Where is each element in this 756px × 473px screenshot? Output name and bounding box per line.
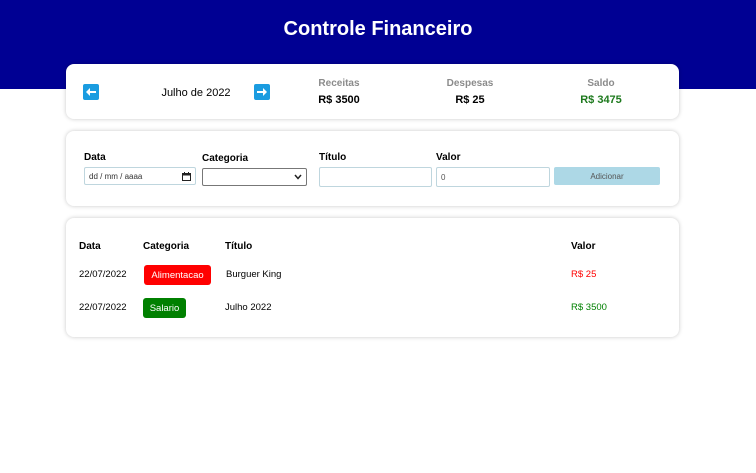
despesas-value: R$ 25 bbox=[455, 94, 485, 106]
receitas-summary: Receitas R$ 3500 bbox=[299, 78, 379, 107]
title-field-group: Título bbox=[319, 151, 432, 187]
chevron-down-icon bbox=[294, 174, 302, 180]
date-placeholder: dd / mm / aaaa bbox=[89, 171, 143, 181]
next-month-button[interactable] bbox=[254, 84, 270, 100]
saldo-label: Saldo bbox=[587, 78, 615, 89]
receitas-value: R$ 3500 bbox=[318, 94, 360, 106]
category-badge: Alimentacao bbox=[144, 265, 211, 285]
date-label: Data bbox=[84, 152, 106, 163]
transactions-table: Data Categoria Título Valor 22/07/2022 A… bbox=[66, 218, 679, 337]
app-title: Controle Financeiro bbox=[283, 18, 473, 40]
calendar-icon[interactable] bbox=[182, 171, 191, 181]
title-input[interactable] bbox=[319, 167, 432, 187]
header-category: Categoria bbox=[143, 241, 190, 252]
value-field-group: Valor 0 bbox=[436, 151, 550, 187]
row-date: 22/07/2022 bbox=[79, 269, 127, 280]
value-label: Valor bbox=[436, 152, 461, 163]
value-input[interactable]: 0 bbox=[436, 167, 550, 187]
add-entry-form: Data dd / mm / aaaa Categoria Título Val… bbox=[66, 131, 679, 206]
row-value: R$ 25 bbox=[571, 269, 597, 280]
saldo-summary: Saldo R$ 3475 bbox=[561, 78, 641, 107]
date-field-group: Data dd / mm / aaaa bbox=[84, 151, 196, 185]
category-field-group: Categoria bbox=[202, 151, 307, 186]
despesas-summary: Despesas R$ 25 bbox=[430, 78, 510, 107]
title-label: Título bbox=[319, 152, 347, 163]
summary-card: Julho de 2022 Receitas R$ 3500 Despesas … bbox=[66, 64, 679, 119]
category-select[interactable] bbox=[202, 168, 307, 186]
current-month-label: Julho de 2022 bbox=[161, 87, 231, 99]
row-title: Burguer King bbox=[226, 269, 282, 280]
header-value: Valor bbox=[571, 241, 596, 252]
add-button[interactable]: Adicionar bbox=[554, 167, 660, 185]
row-value: R$ 3500 bbox=[571, 302, 607, 313]
header-date: Data bbox=[79, 241, 101, 252]
row-date: 22/07/2022 bbox=[79, 302, 127, 313]
saldo-value: R$ 3475 bbox=[580, 94, 622, 106]
category-label: Categoria bbox=[202, 153, 249, 164]
arrow-left-icon bbox=[86, 88, 96, 96]
receitas-label: Receitas bbox=[318, 78, 360, 89]
row-title: Julho 2022 bbox=[225, 302, 272, 313]
date-input[interactable]: dd / mm / aaaa bbox=[84, 167, 196, 185]
arrow-right-icon bbox=[257, 88, 267, 96]
category-badge: Salario bbox=[143, 298, 186, 318]
previous-month-button[interactable] bbox=[83, 84, 99, 100]
despesas-label: Despesas bbox=[446, 78, 494, 89]
header-title: Título bbox=[225, 241, 253, 252]
